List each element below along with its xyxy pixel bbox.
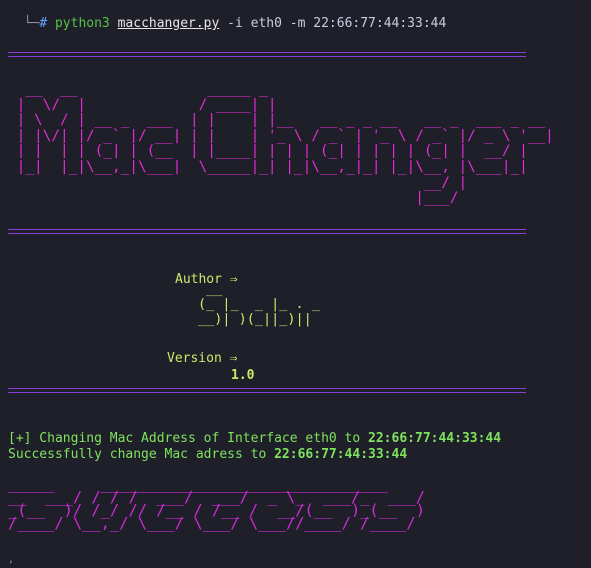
cursor-mark: , — [8, 554, 15, 565]
mac-changer-banner: __ __ _____ _ | \/ | / ____| | | \ / | _… — [16, 81, 554, 207]
command-args: -i eth0 -m 22:66:77:44:33:44 — [227, 16, 447, 31]
output-new-mac: 22:66:77:44:33:44 — [274, 447, 408, 462]
divider-top — [8, 52, 526, 57]
version-label: Version ⇒ — [167, 351, 238, 366]
prompt-tree: └─ — [23, 16, 40, 31]
divider-middle — [8, 229, 526, 234]
command-line: └─# python3 macchanger.py -i eth0 -m 22:… — [8, 0, 447, 32]
author-ascii-art: __ (_ |_ _ |_ . _ __)| )(_||_)|| — [198, 281, 320, 327]
command-file: macchanger.py — [117, 16, 220, 31]
prompt-symbol: # — [39, 16, 48, 31]
output-line-success-text: Successfully change Mac adress to — [8, 447, 275, 462]
success-ascii-art: _____ _______________________________ __… — [8, 475, 425, 532]
command-program: python3 — [54, 16, 110, 31]
output-line-success: Successfully change Mac adress to 22:66:… — [8, 447, 407, 463]
output-target-mac: 22:66:77:44:33:44 — [368, 431, 502, 446]
output-line-changing: [+] Changing Mac Address of Interface et… — [8, 431, 501, 447]
divider-bottom — [8, 388, 526, 393]
version-value: 1.0 — [231, 368, 255, 383]
output-line-changing-text: [+] Changing Mac Address of Interface et… — [8, 431, 369, 446]
